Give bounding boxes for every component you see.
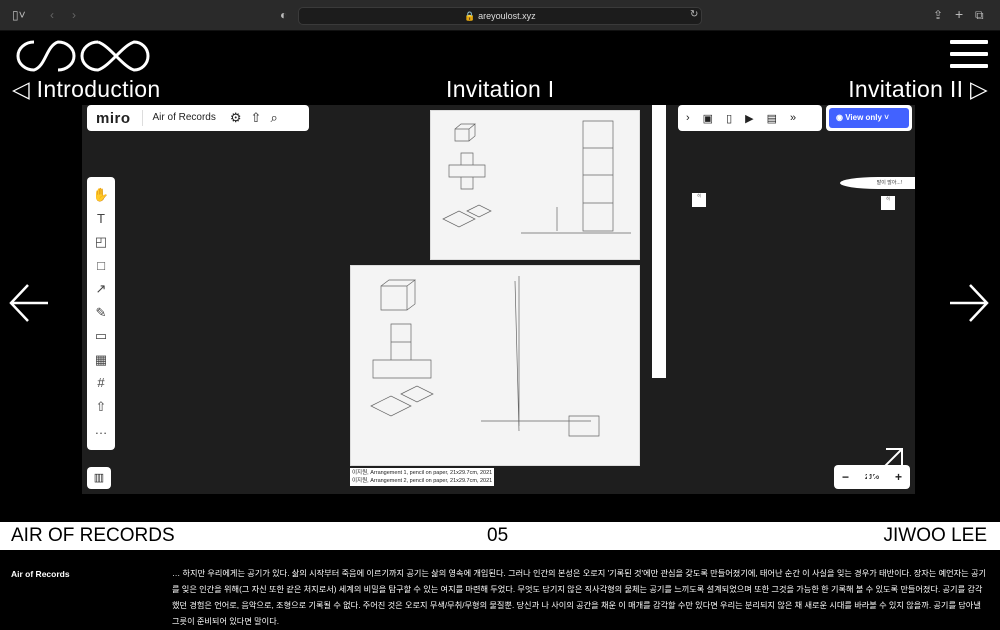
search-icon[interactable]: ⌕ bbox=[270, 110, 277, 126]
project-footer-bar: AIR OF RECORDS 05 JIWOO LEE bbox=[0, 522, 1000, 550]
sticker-icon[interactable]: ▣ bbox=[703, 112, 713, 125]
drawing-arrangement-1[interactable] bbox=[430, 110, 640, 260]
caption-1: 이지원, Arrangement 1, pencil on paper, 21x… bbox=[352, 470, 493, 476]
miro-logo[interactable]: miro bbox=[96, 110, 131, 127]
browser-toolbar: ▯˅ ‹ › ◐ 🔒 areyoulost.xyz ↻ ⇪ + ⧉ bbox=[0, 0, 1000, 31]
template-tool-icon[interactable]: ▦ bbox=[87, 348, 115, 372]
timer-icon[interactable]: ▯ bbox=[726, 112, 732, 125]
board-title[interactable]: Air of Records bbox=[141, 110, 216, 126]
menu-icon[interactable] bbox=[950, 40, 988, 76]
arrow-left-icon[interactable] bbox=[8, 283, 50, 323]
settings-icon[interactable]: ⚙ bbox=[230, 110, 242, 126]
description-label: Air of Records bbox=[11, 569, 70, 579]
sticky-note-tool-icon[interactable]: ◰ bbox=[87, 230, 115, 254]
upload-tool-icon[interactable]: ⇧ bbox=[87, 395, 115, 419]
chevron-right-icon[interactable]: › bbox=[686, 112, 690, 124]
nav-prev-link[interactable]: ◁ Introduction bbox=[12, 76, 160, 103]
miro-board-embed[interactable]: miro Air of Records ⚙ ⇧ ⌕ › ▣ ▯ ▶ ▤ » ◉ … bbox=[82, 105, 915, 494]
board-frame-edge bbox=[652, 105, 666, 378]
description-text: … 하지만 우리에게는 공기가 있다. 삶의 시작부터 죽음에 이르기까지 공기… bbox=[172, 569, 987, 626]
frame-tool-icon[interactable]: # bbox=[87, 371, 115, 395]
text-tool-icon[interactable]: T bbox=[87, 207, 115, 231]
artwork-captions: 이지원, Arrangement 1, pencil on paper, 21x… bbox=[350, 468, 495, 486]
fullscreen-icon[interactable] bbox=[866, 447, 906, 485]
more-tools-icon[interactable]: … bbox=[87, 418, 115, 442]
nav-next-link[interactable]: Invitation II ▷ bbox=[848, 76, 988, 103]
back-icon[interactable]: ‹ bbox=[50, 8, 54, 22]
board-panel-toggle-icon[interactable]: ▥ bbox=[87, 467, 111, 489]
nav-current-title: Invitation I bbox=[446, 76, 555, 102]
forward-icon[interactable]: › bbox=[72, 8, 76, 22]
miro-top-left-bar: miro Air of Records ⚙ ⇧ ⌕ bbox=[87, 105, 309, 131]
view-only-panel: ◉ View only ˅ bbox=[826, 105, 912, 131]
address-bar[interactable]: 🔒 areyoulost.xyz bbox=[298, 7, 702, 25]
project-number: 05 bbox=[487, 525, 509, 546]
new-tab-icon[interactable]: + bbox=[955, 6, 963, 22]
project-author: JIWOO LEE bbox=[883, 525, 987, 546]
tabs-icon[interactable]: ⧉ bbox=[975, 8, 984, 23]
shape-tool-icon[interactable]: □ bbox=[87, 254, 115, 278]
share-icon[interactable]: ⇪ bbox=[933, 8, 943, 22]
project-title: AIR OF RECORDS bbox=[11, 525, 175, 546]
caption-2: 이지원, Arrangement 2, pencil on paper, 21x… bbox=[352, 478, 493, 484]
more-chevron-icon[interactable]: » bbox=[790, 112, 796, 124]
upload-icon[interactable]: ⇧ bbox=[251, 110, 262, 126]
sticky-note[interactable]: 히 bbox=[881, 196, 895, 210]
view-only-label: View only bbox=[845, 113, 882, 122]
reload-icon[interactable]: ↻ bbox=[690, 9, 698, 20]
sticky-note[interactable]: 히 bbox=[692, 193, 706, 207]
comment-tool-icon[interactable]: ▭ bbox=[87, 324, 115, 348]
hand-tool-icon[interactable]: ✋ bbox=[87, 183, 115, 207]
view-only-button[interactable]: ◉ View only ˅ bbox=[829, 108, 909, 128]
zoom-out-button[interactable]: − bbox=[842, 470, 849, 484]
miro-toolbar-right: › ▣ ▯ ▶ ▤ » bbox=[678, 105, 822, 131]
arrow-tool-icon[interactable]: ↗ bbox=[87, 277, 115, 301]
notes-icon[interactable]: ▤ bbox=[767, 112, 777, 125]
presentation-icon[interactable]: ▶ bbox=[745, 112, 753, 125]
pen-tool-icon[interactable]: ✎ bbox=[87, 301, 115, 325]
site-logo[interactable] bbox=[12, 38, 162, 74]
speech-bubble[interactable]: 말이 많아...! bbox=[840, 177, 915, 189]
arrow-right-icon[interactable] bbox=[948, 283, 990, 323]
shield-icon[interactable]: ◐ bbox=[280, 8, 287, 22]
sidebar-icon[interactable]: ▯˅ bbox=[12, 8, 26, 22]
miro-left-toolbar: ✋ T ◰ □ ↗ ✎ ▭ ▦ # ⇧ … bbox=[87, 177, 115, 450]
url-text: areyoulost.xyz bbox=[478, 11, 536, 21]
drawing-arrangement-2[interactable] bbox=[350, 265, 640, 466]
